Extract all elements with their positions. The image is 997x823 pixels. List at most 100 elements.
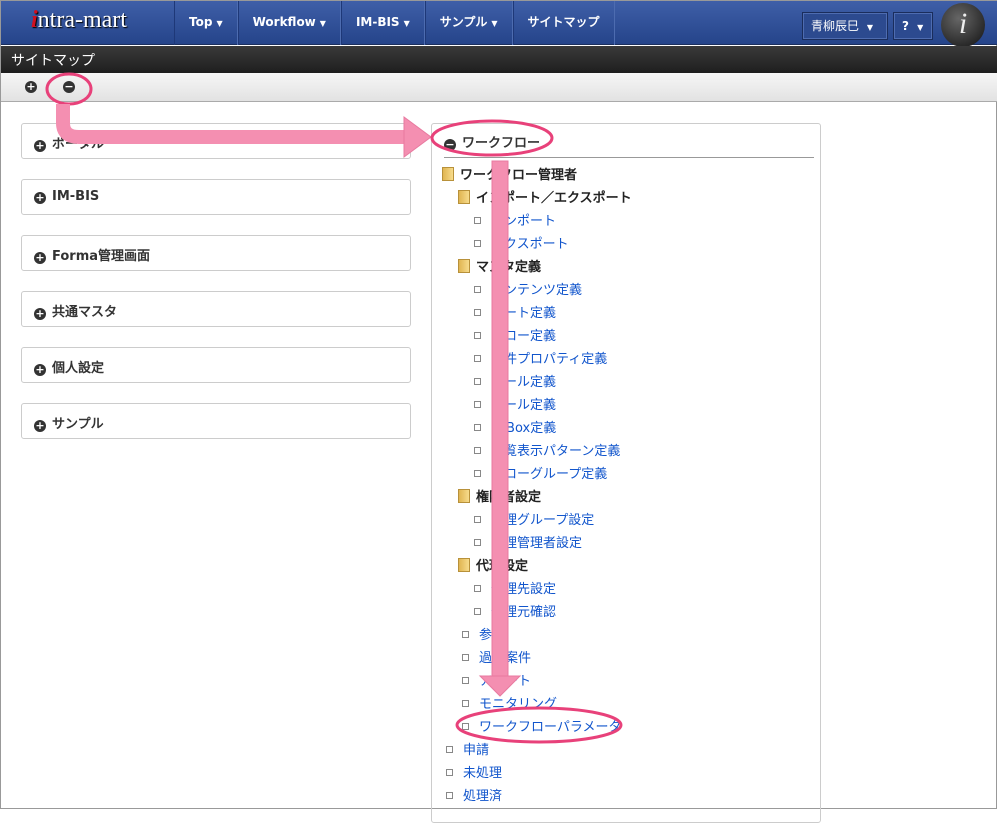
chevron-down-icon: ▼ [917,23,924,32]
bullet-icon [474,608,481,615]
link-label[interactable]: ルール定義 [491,398,556,413]
sitemap-panel[interactable]: + 共通マスタ [21,291,411,327]
link-label[interactable]: 管理グループ設定 [491,513,594,528]
tree-link[interactable]: 未処理 [446,762,502,782]
tree-link[interactable]: 代理先設定 [474,578,556,598]
bullet-icon [462,677,469,684]
collapse-icon: − [444,138,456,151]
link-label[interactable]: フローグループ定義 [491,467,607,482]
bullet-icon [446,769,453,776]
link-label[interactable]: ルート定義 [491,306,556,321]
link-label[interactable]: エクスポート [491,237,569,252]
expand-all-icon[interactable]: + [25,81,37,93]
link-label[interactable]: 未処理 [463,766,502,781]
tree-link[interactable]: ワークフローパラメータ [462,716,621,736]
tree-link[interactable]: 申請 [446,739,489,759]
bullet-icon [446,746,453,753]
tree-link[interactable]: 参照 [462,624,505,644]
bullet-icon [474,585,481,592]
sitemap-panel[interactable]: + サンプル [21,403,411,439]
tree-link[interactable]: 管理グループ設定 [474,509,594,529]
link-label[interactable]: IMBox定義 [491,421,556,436]
link-label[interactable]: 過去案件 [479,651,531,666]
bullet-icon [462,631,469,638]
tree-link[interactable]: ルール定義 [474,394,556,414]
link-label[interactable]: アラート [479,674,531,689]
main-nav: Top ▼ Workflow ▼ IM-BIS ▼ サンプル ▼ サイトマップ [174,1,615,45]
user-menu-button[interactable]: 青柳辰巳 ▼ [802,12,888,40]
link-label[interactable]: 参照 [479,628,505,643]
sitemap-panel[interactable]: + 個人設定 [21,347,411,383]
tree-link[interactable]: インポート [474,210,556,230]
info-icon[interactable]: i [941,3,985,47]
sitemap-panel[interactable]: + IM-BIS [21,179,411,215]
bullet-icon [474,447,481,454]
intra-mart-logo[interactable]: intra-mart [31,7,151,39]
link-label[interactable]: 案件プロパティ定義 [491,352,607,367]
nav-label: IM-BIS [355,15,400,29]
tree-link[interactable]: メール定義 [474,371,556,391]
nav-item[interactable]: サイトマップ [512,1,615,45]
link-label[interactable]: インポート [491,214,556,229]
tree-link[interactable]: IMBox定義 [474,417,556,437]
bullet-icon [474,516,481,523]
tree-folder: マスタ定義 [458,256,541,276]
link-label[interactable]: フロー定義 [491,329,556,344]
link-label[interactable]: 代理元確認 [491,605,556,620]
tree-link[interactable]: 代理元確認 [474,601,556,621]
tree-link[interactable]: 一覧表示パターン定義 [474,440,620,460]
panel-label: 共通マスタ [52,305,118,320]
help-menu-button[interactable]: ? ▼ [893,12,933,40]
tree-link[interactable]: 管理管理者設定 [474,532,582,552]
help-label: ? [902,19,909,33]
nav-label: サイトマップ [527,15,600,29]
tree-link[interactable]: フロー定義 [474,325,556,345]
bullet-icon [474,470,481,477]
tree-link[interactable]: 案件プロパティ定義 [474,348,607,368]
nav-item[interactable]: サンプル ▼ [424,1,513,45]
bullet-icon [462,700,469,707]
header: intra-mart Top ▼ Workflow ▼ IM-BIS ▼ サンプル ▼ サイトマ… [1,1,997,47]
nav-item[interactable]: Top ▼ [174,1,238,45]
page-title: サイトマップ [1,46,997,73]
link-label[interactable]: 代理先設定 [491,582,556,597]
toolbar: + − [1,73,997,102]
bullet-icon [462,654,469,661]
tree-link[interactable]: エクスポート [474,233,569,253]
sitemap-panel[interactable]: + ポータル [21,123,411,159]
tree-link[interactable]: モニタリング [462,693,557,713]
folder-icon [442,167,454,181]
link-label[interactable]: 管理管理者設定 [491,536,582,551]
folder-label: インポート／エクスポート [476,191,632,206]
nav-item[interactable]: Workflow ▼ [237,1,341,45]
tree-link[interactable]: アラート [462,670,531,690]
sitemap-panel[interactable]: + Forma管理画面 [21,235,411,271]
expand-icon: + [34,139,46,152]
workflow-panel-header[interactable]: − ワークフロー [444,132,814,158]
bullet-icon [474,309,481,316]
tree-link[interactable]: フローグループ定義 [474,463,607,483]
chevron-down-icon: ▼ [403,19,410,28]
link-label[interactable]: 申請 [463,743,489,758]
link-label[interactable]: コンテンツ定義 [491,283,582,298]
tree-link[interactable]: コンテンツ定義 [474,279,582,299]
link-label[interactable]: 一覧表示パターン定義 [491,444,620,459]
link-label[interactable]: ワークフローパラメータ [479,720,621,735]
link-label[interactable]: メール定義 [491,375,556,390]
nav-item[interactable]: IM-BIS ▼ [340,1,425,45]
folder-icon [458,558,470,572]
bullet-icon [462,723,469,730]
workflow-panel: − ワークフロー ワークフロー管理者インポート／エクスポートインポートエクスポート… [431,123,821,823]
link-label[interactable]: 処理済 [463,789,502,804]
collapse-all-icon[interactable]: − [63,81,75,93]
tree-link[interactable]: ルート定義 [474,302,556,322]
panel-title: ワークフロー [462,136,541,151]
panel-label: ポータル [52,137,105,152]
tree-folder: 権限者設定 [458,486,541,506]
tree-link[interactable]: 処理済 [446,785,502,805]
panel-label: 個人設定 [52,361,105,376]
tree-folder: ワークフロー管理者 [442,164,577,184]
bullet-icon [474,401,481,408]
link-label[interactable]: モニタリング [479,697,557,712]
tree-link[interactable]: 過去案件 [462,647,531,667]
